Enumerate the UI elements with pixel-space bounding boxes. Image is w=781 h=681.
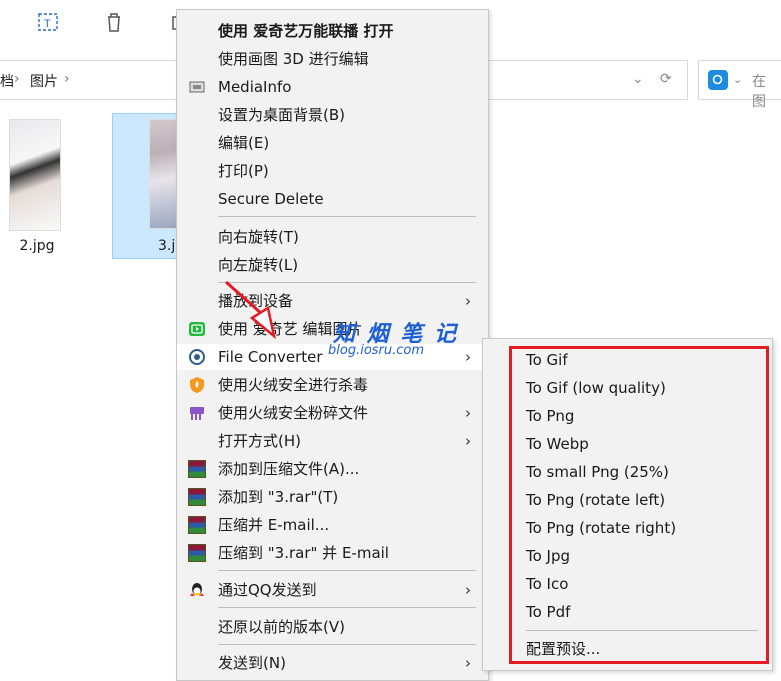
menu-item-label: File Converter [218, 348, 323, 366]
chevron-right-icon: › [465, 348, 471, 366]
chevron-right-icon: › [465, 654, 471, 672]
menu-item-add-to-3rar[interactable]: 添加到 "3.rar"(T) [177, 484, 488, 510]
menu-item-send-via-qq[interactable]: 通过QQ发送到 › [177, 577, 488, 603]
menu-item-paint3d[interactable]: 使用画图 3D 进行编辑 [177, 46, 488, 72]
search-input[interactable]: 在 图 [752, 71, 781, 111]
chevron-right-icon: › [465, 581, 471, 599]
highlight-box [509, 346, 769, 664]
menu-item-open-with[interactable]: 打开方式(H) › [177, 428, 488, 454]
menu-item-edit[interactable]: 编辑(E) [177, 130, 488, 156]
winrar-icon [188, 516, 206, 534]
menu-item-open-iqiyi[interactable]: 使用 爱奇艺万能联播 打开 [177, 18, 488, 44]
menu-item-add-to-archive[interactable]: 添加到压缩文件(A)... [177, 456, 488, 482]
file-thumbnail-3[interactable] [149, 119, 177, 229]
chevron-right-icon: › [465, 404, 471, 422]
menu-item-label: 使用火绒安全进行杀毒 [218, 376, 369, 394]
menu-item-print[interactable]: 打印(P) [177, 158, 488, 184]
menu-item-label: MediaInfo [218, 78, 292, 96]
menu-item-label: 发送到(N) [218, 654, 286, 672]
menu-item-label: 添加到 "3.rar"(T) [218, 488, 339, 506]
chevron-right-icon: › [465, 292, 471, 310]
menu-item-label: 打开方式(H) [218, 432, 301, 450]
menu-item-compress-email[interactable]: 压缩并 E-mail... [177, 512, 488, 538]
file-converter-icon [188, 348, 206, 366]
menu-item-label: 使用火绒安全粉碎文件 [218, 404, 369, 422]
huorong-shredder-icon [188, 404, 206, 422]
winrar-icon [188, 460, 206, 478]
menu-item-secure-delete[interactable]: Secure Delete [177, 186, 488, 212]
menu-separator [218, 570, 476, 571]
menu-item-rotate-left[interactable]: 向左旋转(L) [177, 252, 488, 278]
delete-icon[interactable] [102, 10, 126, 34]
red-arrow-annotation [225, 280, 276, 340]
qq-icon [188, 581, 206, 599]
menu-item-label: 压缩到 "3.rar" 并 E-mail [218, 544, 389, 562]
menu-item-compress-3rar-email[interactable]: 压缩到 "3.rar" 并 E-mail [177, 540, 488, 566]
chevron-down-icon[interactable]: ⌄ [733, 73, 742, 86]
search-icon[interactable] [708, 70, 728, 90]
chevron-right-icon: › [14, 71, 20, 87]
svg-text:T: T [44, 18, 51, 30]
menu-separator [218, 216, 476, 217]
chevron-right-icon: › [465, 432, 471, 450]
breadcrumb-prev[interactable]: 档 [0, 71, 14, 91]
menu-item-send-to[interactable]: 发送到(N) › [177, 650, 488, 676]
menu-item-label: 添加到压缩文件(A)... [218, 460, 360, 478]
rename-icon[interactable]: T [36, 10, 60, 34]
menu-item-huorong-shred[interactable]: 使用火绒安全粉碎文件 › [177, 400, 488, 426]
mediainfo-icon [188, 78, 206, 96]
menu-separator [218, 644, 476, 645]
file-name-2[interactable]: 2.jpg [9, 238, 65, 254]
winrar-icon [188, 544, 206, 562]
menu-separator [218, 607, 476, 608]
chevron-right-icon[interactable]: › [64, 71, 70, 87]
watermark-url: blog.iosru.com [328, 343, 425, 358]
chevron-down-icon[interactable]: ⌄ [632, 71, 644, 87]
huorong-shield-icon [188, 376, 206, 394]
menu-item-mediainfo[interactable]: MediaInfo [177, 74, 488, 100]
menu-item-label: 压缩并 E-mail... [218, 516, 330, 534]
menu-item-restore-versions[interactable]: 还原以前的版本(V) [177, 614, 488, 640]
menu-item-rotate-right[interactable]: 向右旋转(T) [177, 224, 488, 250]
menu-item-label: 通过QQ发送到 [218, 581, 317, 599]
iqiyi-icon [188, 320, 206, 338]
file-name-3[interactable]: 3.jpg [158, 238, 178, 254]
refresh-icon[interactable]: ⟳ [660, 71, 672, 87]
winrar-icon [188, 488, 206, 506]
breadcrumb-current[interactable]: 图片 [30, 71, 58, 91]
menu-item-set-wallpaper[interactable]: 设置为桌面背景(B) [177, 102, 488, 128]
file-thumbnail-2[interactable] [9, 119, 61, 231]
menu-item-huorong-scan[interactable]: 使用火绒安全进行杀毒 [177, 372, 488, 398]
